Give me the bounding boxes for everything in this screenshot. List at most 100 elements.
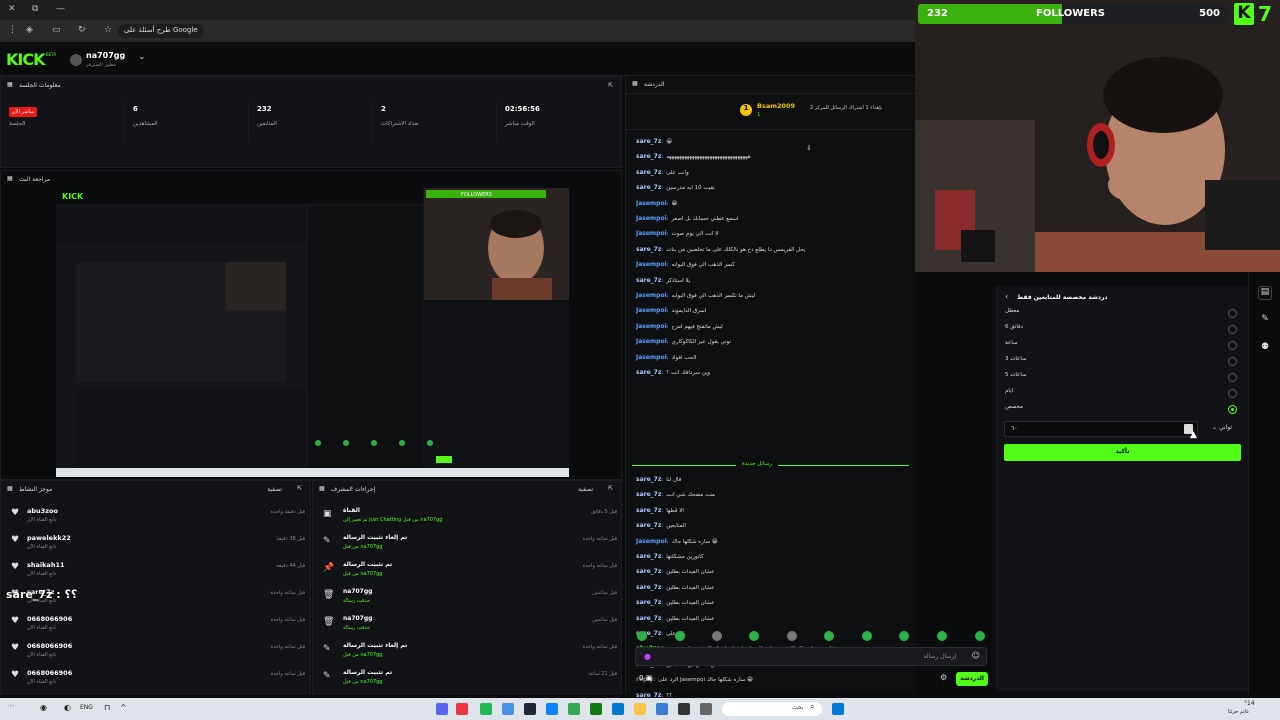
chat-username[interactable]: Jasempoi	[636, 292, 667, 299]
chevron-down-icon[interactable]: ⌄	[138, 52, 146, 62]
xbox-icon[interactable]	[590, 703, 602, 715]
chat-username[interactable]: sare_7z	[636, 507, 661, 514]
chat-username[interactable]: sare_7z	[636, 584, 661, 591]
menu-dots-icon[interactable]: ⋮	[8, 25, 17, 35]
emote[interactable]	[712, 631, 722, 641]
mod-action-item[interactable]: ✎ تم تثبيت الرسالة من قبل na707gg قبل 21 سا…	[321, 667, 617, 693]
chat-username[interactable]: sare_7z	[636, 138, 661, 145]
gift-box-icon[interactable]: ▣	[646, 674, 653, 682]
custom-duration-input[interactable]: ٦٠	[1004, 421, 1198, 437]
edge-icon[interactable]	[546, 703, 558, 715]
popout-icon[interactable]: ⇱	[297, 485, 302, 492]
emote[interactable]	[824, 631, 834, 641]
chat-message[interactable]: reply: الرد على Jasempoi ساره شكلها جاك 😁	[636, 676, 907, 688]
chat-username[interactable]: sare_7z	[636, 491, 661, 498]
chat-message[interactable]: sare_7z: وانت على	[636, 169, 907, 181]
popout-icon[interactable]: ⇱	[608, 485, 613, 492]
sidebar-icon[interactable]: ▭	[52, 25, 61, 35]
radio-button[interactable]	[1228, 341, 1237, 350]
kick-logo[interactable]: KICK	[6, 50, 45, 69]
activity-user[interactable]: pawelekk22	[27, 534, 71, 542]
chat-username[interactable]: Jasempoi	[636, 215, 667, 222]
chat-message[interactable]: sare_7z: بقيت 10 ايه مدرسين	[636, 184, 907, 196]
radio-button[interactable]	[1228, 405, 1237, 414]
windows-start-icon[interactable]	[832, 703, 844, 715]
terminal-icon[interactable]	[678, 703, 690, 715]
chat-message[interactable]: Jasempoi: 😁	[636, 200, 907, 212]
chat-message[interactable]: Jasempoi: اسرق الدايموند	[636, 307, 907, 319]
filter-button[interactable]: تصفية	[267, 486, 282, 493]
chat-username[interactable]: Jasempoi	[636, 538, 667, 545]
duration-option[interactable]: 5 ساعات	[1005, 372, 1241, 386]
stream-preview-video[interactable]: KICK FOLLOWERS	[56, 188, 569, 477]
google-search-pill[interactable]: طرح أسئلة على Google	[118, 24, 204, 38]
chat-message[interactable]: Jasempoi: توني بقول عيز الكاكوكاري	[636, 338, 907, 350]
activity-user[interactable]: abu3zoo	[27, 507, 58, 515]
language-indicator[interactable]: ENG	[80, 704, 93, 711]
activity-item[interactable]: ♥ shaikah11 تابع القناة الآن قبل 44 دقيقة	[9, 559, 305, 585]
emoji-icon[interactable]: ☺	[972, 651, 980, 660]
popout-icon[interactable]: ⇱	[608, 82, 613, 89]
extension-icon[interactable]: ◈	[26, 25, 33, 35]
activity-user[interactable]: 0668066906	[27, 615, 72, 623]
chat-username[interactable]: sare_7z	[636, 553, 661, 560]
chat-username[interactable]: sare_7z	[636, 184, 661, 191]
chat-username[interactable]: Jasempoi	[636, 261, 667, 268]
chat-message[interactable]: sare_7z: منت مضحك شي انت	[636, 491, 907, 503]
obs-icon[interactable]	[456, 703, 468, 715]
emote[interactable]	[937, 631, 947, 641]
radio-button[interactable]	[1228, 325, 1237, 334]
chat-username[interactable]: Jasempoi	[636, 200, 667, 207]
chat-username[interactable]: Jasempoi	[636, 338, 667, 345]
activity-item[interactable]: ♥ 0668066906 تابع القناة الآن قبل ساعة واحد…	[9, 640, 305, 666]
close-icon[interactable]: ✕	[8, 4, 16, 14]
mod-action-item[interactable]: ✎ تم إلغاء تثبيت الرسالة من قبل na707gg قبل…	[321, 532, 617, 558]
minimize-icon[interactable]: —	[56, 4, 65, 14]
tray-icon[interactable]: ⊓	[104, 703, 110, 712]
chat-username[interactable]: Jasempoi	[636, 230, 667, 237]
chat-message[interactable]: sare_7z: عشان الفيدات بطلين	[636, 568, 907, 580]
activity-user[interactable]: 0668066906	[27, 669, 72, 677]
chat-username[interactable]: sare_7z	[636, 153, 661, 160]
chat-message[interactable]: sare_7z: يلا استاذكر	[636, 277, 907, 289]
app-icon[interactable]	[700, 703, 712, 715]
activity-user[interactable]: 0668066906	[27, 642, 72, 650]
taskbar-search[interactable]: بحث ⌕	[722, 702, 822, 716]
chat-input[interactable]: ● إرسال رسالة ☺	[635, 647, 987, 666]
panel-icon[interactable]: ▤	[1258, 286, 1272, 300]
chat-message[interactable]: sare_7z: عشان الفيدات بطلين	[636, 599, 907, 611]
duration-option[interactable]: 6 دقائق	[1005, 324, 1241, 338]
star-icon[interactable]: ☆	[104, 25, 112, 35]
chat-username[interactable]: sare_7z	[636, 476, 661, 483]
chat-username[interactable]: Jasempoi	[636, 323, 667, 330]
app-icon[interactable]	[502, 703, 514, 715]
explorer-icon[interactable]	[634, 703, 646, 715]
emote[interactable]	[749, 631, 759, 641]
chat-message[interactable]: Jasempoi: كسر الذهب الي فوق البوابه	[636, 261, 907, 273]
emote[interactable]	[675, 631, 685, 641]
app-icon[interactable]	[656, 703, 668, 715]
users-icon[interactable]: ⚉	[1258, 342, 1272, 356]
emote[interactable]	[899, 631, 909, 641]
chat-message[interactable]: Jasempoi: الحب افواد	[636, 354, 907, 366]
chat-message[interactable]: sare_7z: قال لنا	[636, 476, 907, 488]
emote[interactable]	[637, 631, 647, 641]
duration-option[interactable]: مخصص	[1005, 404, 1241, 418]
activity-item[interactable]: ♥ abu3zoo تابع القناة الآن قبل دقيقة واحدة	[9, 505, 305, 531]
tray-chevron-icon[interactable]: ^	[120, 703, 127, 712]
discord-icon[interactable]	[436, 703, 448, 715]
chat-message[interactable]: Jasempoi: ساره شكلها جاك 😁	[636, 538, 907, 550]
chat-message[interactable]: sare_7z: عشان الفيدات بطلين	[636, 615, 907, 627]
mod-action-item[interactable]: ▣ القناة تم تغيير إلى Just Chatting من قبل…	[321, 505, 617, 531]
chat-message[interactable]: sare_7z: 😀	[636, 138, 907, 150]
chat-username[interactable]: Jasempoi	[636, 354, 667, 361]
chat-message[interactable]: sare_7z: كاتورين مشكلتها	[636, 553, 907, 565]
emote[interactable]	[787, 631, 797, 641]
chat-username[interactable]: Jasempoi	[636, 307, 667, 314]
speaker-icon[interactable]: ◐	[64, 703, 71, 712]
back-icon[interactable]: ‹	[1005, 292, 1008, 301]
chat-message[interactable]: sare_7z: هههههههههههههههههههههههههههههههه…	[636, 153, 907, 165]
radio-button[interactable]	[1228, 357, 1237, 366]
duration-option[interactable]: ايام	[1005, 388, 1241, 402]
store-icon[interactable]	[612, 703, 624, 715]
